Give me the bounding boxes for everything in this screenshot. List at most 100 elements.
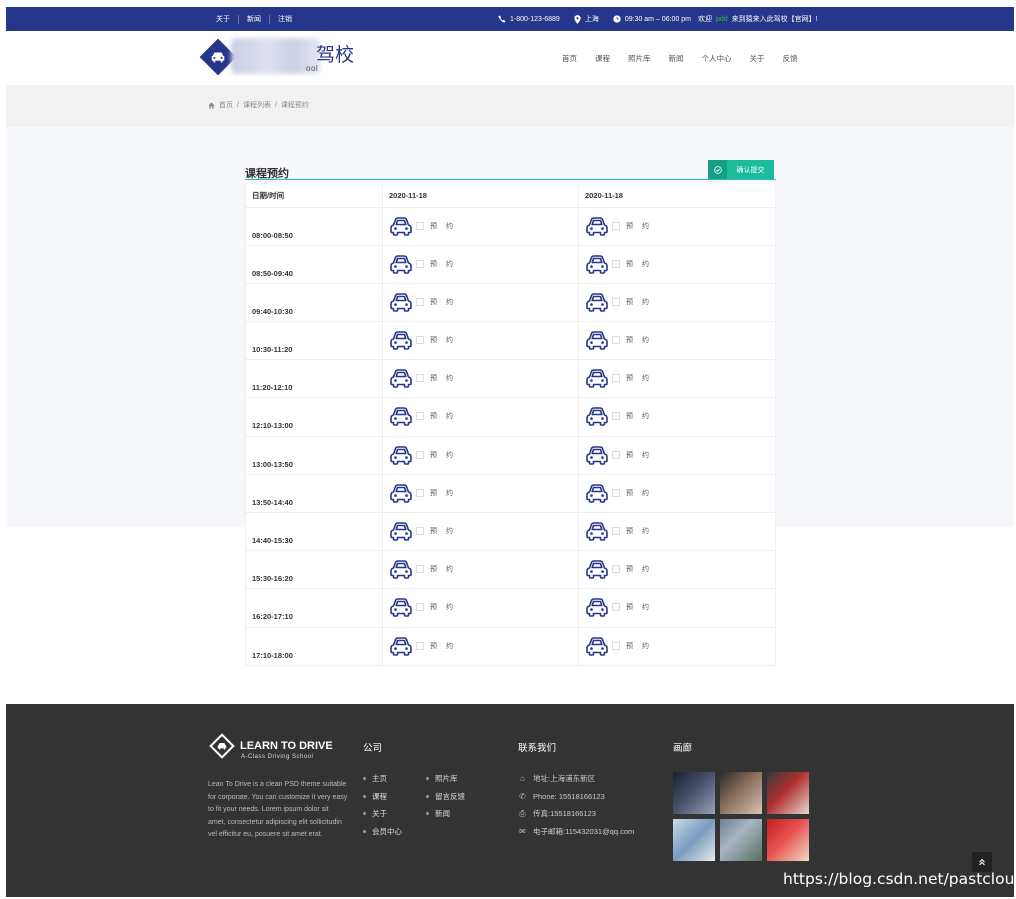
reserve-checkbox[interactable] (612, 297, 620, 306)
footer-link[interactable]: 课程 (363, 788, 402, 806)
reserve-checkbox[interactable] (416, 603, 424, 612)
welcome-prefix: 欢迎 (697, 16, 712, 23)
back-to-top-button[interactable] (972, 852, 992, 872)
gallery-image[interactable] (673, 772, 715, 814)
top-link-news[interactable]: 新闻 (239, 14, 270, 24)
reserve-checkbox[interactable] (612, 603, 620, 612)
reserve-checkbox[interactable] (612, 641, 620, 650)
reserve-checkbox[interactable] (416, 221, 424, 230)
confirm-submit-button[interactable]: 确认提交 (708, 160, 774, 180)
nav-feedback[interactable]: 反馈 (783, 53, 798, 64)
top-link-about[interactable]: 关于 (208, 14, 239, 24)
contact-address: 地址:上海浦东新区 (533, 774, 596, 784)
reserve-checkbox[interactable] (612, 527, 620, 535)
nav-about[interactable]: 关于 (750, 53, 765, 64)
schedule-row: 08:50-09:40 预约 预约 (245, 244, 776, 284)
reserve-label: 预约 (626, 260, 658, 268)
header-date-1: 2020-11-18 (382, 184, 579, 208)
reserve-checkbox[interactable] (416, 565, 424, 574)
phone-icon (498, 15, 506, 23)
footer-link[interactable]: 照片库 (426, 770, 465, 788)
nav-gallery[interactable]: 照片库 (628, 53, 651, 64)
footer-link-label: 课程 (372, 791, 387, 801)
reserve-checkbox[interactable] (416, 412, 424, 421)
reserve-checkbox[interactable] (416, 488, 424, 497)
footer-company-col2: 照片库 留言反馈 新闻 (426, 770, 465, 823)
footer-link-label: 新闻 (435, 809, 450, 819)
reserve-checkbox[interactable] (416, 297, 424, 306)
slot-cell: 预约 (382, 282, 579, 323)
car-logo-icon (211, 52, 225, 63)
reserve-checkbox[interactable] (416, 374, 424, 383)
slot-cell: 预约 (382, 359, 579, 399)
main-nav: 首页 课程 照片库 新闻 个人中心 关于 反馈 (562, 31, 816, 85)
reserve-label: 预约 (626, 604, 658, 612)
slot-cell: 预约 (382, 511, 579, 552)
reserve-label: 预约 (626, 642, 658, 650)
reserve-checkbox[interactable] (612, 412, 620, 421)
car-icon (390, 522, 412, 541)
car-icon (586, 445, 608, 465)
gallery-image[interactable] (720, 819, 762, 861)
slot-cell: 预约 (578, 321, 776, 361)
breadcrumb-home[interactable]: 首页 (219, 100, 233, 110)
nav-courses[interactable]: 课程 (595, 53, 610, 64)
reserve-checkbox[interactable] (612, 488, 620, 497)
footer-link[interactable]: 会员中心 (363, 823, 402, 841)
reserve-checkbox[interactable] (416, 259, 424, 268)
footer-link[interactable]: 新闻 (426, 805, 465, 823)
reserve-checkbox[interactable] (416, 641, 424, 650)
top-link-logout[interactable]: 注销 (270, 15, 300, 24)
footer-brand: LEARN TO DRIVE (240, 740, 333, 752)
slot-cell: 预约 (578, 359, 776, 399)
header-date-2: 2020-11-18 (578, 184, 776, 208)
reserve-checkbox[interactable] (612, 450, 620, 459)
reserve-checkbox[interactable] (612, 565, 620, 574)
location-pin-icon (574, 14, 581, 24)
breadcrumb-course-list[interactable]: 课程列表 (243, 100, 271, 110)
nav-profile[interactable]: 个人中心 (702, 53, 732, 64)
footer-link-label: 主页 (372, 774, 387, 784)
car-icon (586, 484, 608, 503)
reserve-label: 预约 (626, 451, 658, 459)
gallery-image[interactable] (767, 819, 809, 861)
nav-home[interactable]: 首页 (562, 53, 577, 64)
breadcrumb-current: 课程预约 (280, 102, 309, 109)
gallery-image[interactable] (673, 819, 715, 861)
slot-cell: 预约 (578, 511, 776, 552)
top-location: 上海 (584, 16, 599, 23)
schedule-table: 日期/时间 2020-11-18 2020-11-18 08:00-08:50 预… (245, 184, 776, 666)
reserve-checkbox[interactable] (612, 259, 620, 268)
footer-link[interactable]: 主页 (363, 770, 402, 788)
top-bar: 关于 新闻 注销 1-800-123-6889 上海 09:30 am – 06… (6, 7, 1014, 31)
reserve-checkbox[interactable] (416, 450, 424, 459)
gallery-image[interactable] (767, 772, 809, 814)
car-icon (390, 560, 412, 579)
gallery-image[interactable] (720, 772, 762, 814)
schedule-row: 15:30-16:20 预约 预约 (245, 550, 776, 590)
reserve-checkbox[interactable] (612, 336, 620, 345)
breadcrumb-sep: / (237, 101, 239, 109)
watermark-url: https://blog.csdn.net/pastclouds (783, 870, 1014, 888)
footer-link-label: 照片库 (435, 774, 458, 784)
car-icon (586, 522, 608, 541)
car-icon (586, 598, 608, 618)
car-icon (586, 636, 608, 656)
reserve-checkbox[interactable] (612, 374, 620, 383)
reserve-checkbox[interactable] (416, 336, 424, 345)
reserve-label: 预约 (626, 375, 658, 383)
time-slot: 15:30-16:20 (245, 550, 383, 590)
page: 关于 新闻 注销 1-800-123-6889 上海 09:30 am – 06… (6, 7, 1014, 897)
footer-link[interactable]: 关于 (363, 805, 402, 823)
footer-link[interactable]: 留言反馈 (426, 788, 465, 806)
car-icon (586, 331, 608, 350)
top-phone: 1-800-123-6889 (510, 15, 560, 23)
car-icon (586, 216, 608, 236)
reserve-checkbox[interactable] (416, 527, 424, 535)
nav-news[interactable]: 新闻 (669, 53, 684, 64)
time-slot: 13:50-14:40 (245, 473, 383, 514)
schedule-row: 14:40-15:30 预约 预约 (245, 511, 776, 552)
time-slot: 13:00-13:50 (245, 435, 383, 475)
logo-subtext: ool (306, 64, 319, 73)
reserve-checkbox[interactable] (612, 221, 620, 230)
